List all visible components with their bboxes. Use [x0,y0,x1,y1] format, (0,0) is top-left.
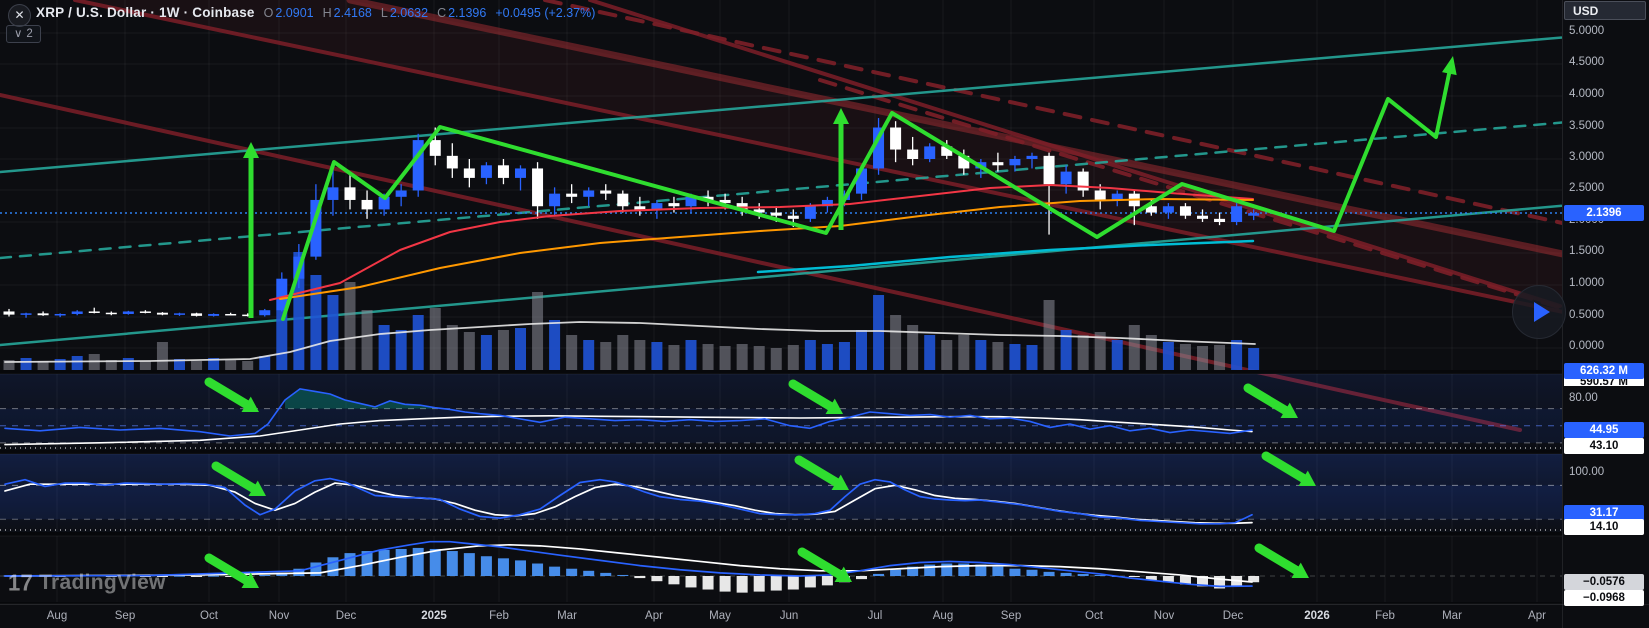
price-axis-label: 5.0000 [1569,25,1605,37]
open-label: O [263,5,274,20]
chevron-down-icon: ∨ [14,28,23,40]
price-axis-badge: 2.1396 [1564,205,1644,221]
close-icon[interactable]: ✕ [8,4,31,27]
time-axis-label: Mar [557,610,577,622]
price-axis-badge: 626.32 M [1564,363,1644,379]
time-axis-label: Dec [335,610,357,622]
time-axis-label: Apr [1528,610,1546,622]
time-axis-label: Dec [1222,610,1244,622]
macd-pane [0,540,1562,593]
price-axis-label: 0.0000 [1569,340,1605,352]
time-axis-label: Apr [645,610,663,622]
time-axis-label: Aug [932,610,954,622]
indicators-collapsed-toggle[interactable]: ∨ 2 [6,25,41,43]
price-axis-label: 3.0000 [1569,151,1605,163]
time-axis-label: Aug [46,610,68,622]
symbol-title[interactable]: XRP / U.S. Dollar · 1W · Coinbase [36,5,255,20]
price-axis-badge: 14.10 [1564,519,1644,535]
price-axis-label: 3.5000 [1569,120,1605,132]
time-axis-label: May [709,610,731,622]
close-value: 2.1396 [448,5,487,20]
change-value: +0.0495 (+2.37%) [495,5,596,20]
indicators-count: 2 [26,28,33,40]
time-axis-label: Mar [1442,610,1462,622]
zigzag-projection-drawing[interactable] [281,56,1457,321]
price-axis-label: 80.00 [1569,392,1598,404]
currency-selector[interactable]: USD [1564,1,1646,20]
close-label: C [437,5,447,20]
open-value: 2.0901 [275,5,314,20]
price-axis-label: 0.5000 [1569,309,1605,321]
stoch-pane [0,454,1562,532]
time-axis-label: Jun [779,610,799,622]
rsi-pane [0,374,1562,450]
time-axis-label: Feb [1375,610,1395,622]
time-axis-label: Feb [489,610,509,622]
low-value: 2.0632 [389,5,429,20]
volume-bars [3,252,1260,370]
price-axis-badge: 44.95 [1564,422,1644,438]
price-axis-badge: −0.0576 [1564,574,1644,590]
time-axis-label: Nov [1153,610,1175,622]
high-label: H [322,5,332,20]
time-axis-border [0,604,1649,605]
price-axis-label: 100.00 [1569,466,1605,478]
price-axis-badge: 43.10 [1564,438,1644,454]
time-axis-label: 2025 [421,610,447,622]
tradingview-chart-window: ✕ XRP / U.S. Dollar · 1W · Coinbase O 2.… [0,0,1649,628]
price-axis-label: 4.5000 [1569,56,1605,68]
tradingview-watermark-text: TradingView [39,571,166,594]
price-axis-label: 2.5000 [1569,182,1605,194]
tradingview-watermark: 17 TradingView [8,569,166,596]
low-label: L [380,5,388,20]
time-axis-label: Oct [200,610,218,622]
price-axis-label: 1.0000 [1569,277,1605,289]
price-axis-label: 4.0000 [1569,88,1605,100]
time-axis-label: Sep [1000,610,1022,622]
price-axis-badge: −0.0968 [1564,590,1644,606]
tradingview-logo-icon: 17 [8,569,34,596]
time-axis-label: Nov [268,610,290,622]
time-axis-label: Oct [1085,610,1103,622]
go-to-realtime-button[interactable] [1512,285,1566,339]
play-icon [1533,302,1550,322]
chart-canvas[interactable] [0,0,1562,628]
price-axis-label: 1.5000 [1569,245,1605,257]
time-axis-label: 2026 [1304,610,1330,622]
symbol-header: XRP / U.S. Dollar · 1W · Coinbase O 2.09… [36,5,595,20]
high-value: 2.4168 [333,5,372,20]
time-axis-label: Jul [867,610,883,622]
time-axis-label: Sep [114,610,136,622]
